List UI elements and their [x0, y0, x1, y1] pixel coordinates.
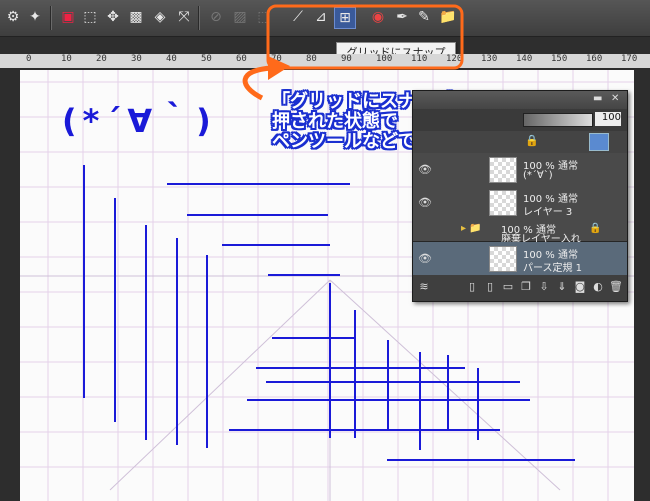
new-raster-layer-icon[interactable]: ▯: [465, 280, 479, 294]
opacity-value[interactable]: 100: [595, 112, 621, 126]
layer-stack-icon[interactable]: ≋: [417, 280, 431, 294]
layer-thumbnail: [489, 246, 517, 272]
delete-layer-icon[interactable]: 🗑: [609, 280, 623, 294]
copy-layer-icon[interactable]: ❐: [519, 280, 533, 294]
new-vector-layer-icon[interactable]: ▯: [483, 280, 497, 294]
callout-arrow: [242, 65, 273, 101]
callout-highlight-box: [266, 4, 464, 70]
layer-panel-footer: ≋ ▯ ▯ ▭ ❐ ⇩ ⇓ ◙ ◐ 🗑: [413, 275, 627, 301]
folder-icon: ▸ 📁: [461, 223, 482, 234]
layer-panel-header[interactable]: ▬ ✕: [413, 91, 627, 109]
layer-row[interactable]: ▸ 📁 🔒 100 % 通常 廃棄レイヤー入れ: [413, 219, 627, 245]
merge-down-icon[interactable]: ⇩: [537, 280, 551, 294]
layer-name-label: (*´∀`): [523, 170, 553, 181]
layer-thumbnail: [489, 157, 517, 183]
layer-thumbnail: [489, 190, 517, 216]
layer-row[interactable]: 👁 100 % 通常 レイヤー 3: [413, 186, 627, 220]
mask-icon[interactable]: ◙: [573, 280, 587, 294]
perspective-guide-line: [329, 279, 561, 491]
layer-name-label: レイヤー 3: [523, 207, 573, 218]
layer-panel: ▬ ✕ 100 🔒 👁 100 % 通常 (*´∀`) 👁 100 % 通常 レイヤー 3…: [412, 90, 628, 302]
visibility-eye-icon[interactable]: 👁: [418, 196, 432, 209]
transfer-down-icon[interactable]: ⇓: [555, 280, 569, 294]
layer-row[interactable]: 👁 100 % 通常 パース定規 1: [413, 242, 627, 276]
callout-arrowhead: [268, 56, 290, 80]
layer-row[interactable]: 👁 100 % 通常 (*´∀`): [413, 153, 627, 187]
opacity-slider[interactable]: [523, 113, 593, 127]
layer-panel-toolbar: 🔒: [413, 131, 627, 154]
kaomoji-text: (*´∀｀): [62, 102, 217, 140]
minimize-icon[interactable]: ▬: [593, 93, 602, 104]
new-folder-icon[interactable]: ▭: [501, 280, 515, 294]
lock-icon[interactable]: 🔒: [589, 223, 601, 234]
close-icon[interactable]: ✕: [611, 93, 619, 104]
ruler-icon[interactable]: ◐: [591, 280, 605, 294]
perspective-guide-line: [109, 279, 331, 491]
color-tag-icon[interactable]: [589, 133, 609, 151]
visibility-eye-icon[interactable]: 👁: [418, 163, 432, 176]
visibility-eye-icon[interactable]: 👁: [418, 252, 432, 265]
layer-name-label: パース定規 1: [523, 263, 583, 274]
lock-icon[interactable]: 🔒: [525, 134, 539, 147]
